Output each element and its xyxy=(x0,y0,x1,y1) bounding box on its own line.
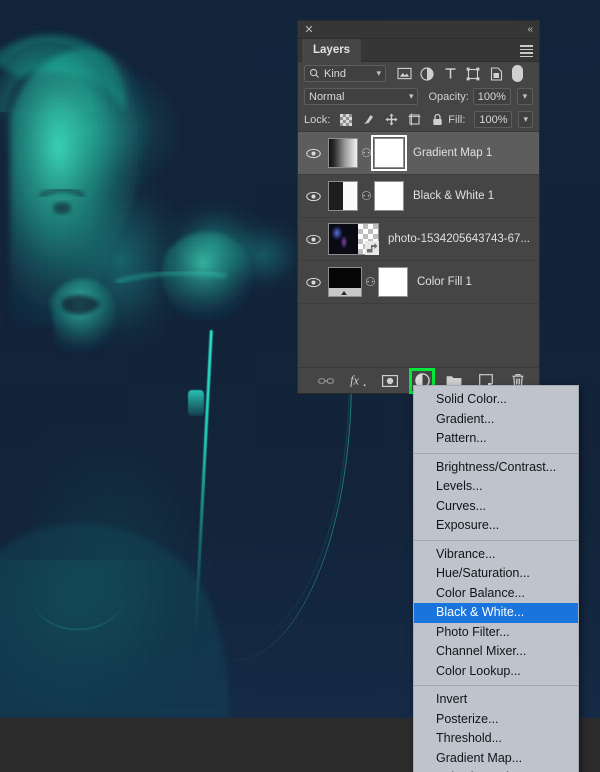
lock-artboard-nesting-icon[interactable] xyxy=(408,113,421,126)
opacity-label: Opacity: xyxy=(428,90,469,103)
blend-mode-select[interactable]: Normal ▾ xyxy=(304,88,419,105)
layer-mask-thumbnail[interactable] xyxy=(374,181,404,211)
menu-item-solid-color[interactable]: Solid Color... xyxy=(414,390,578,410)
menu-item-photo-filter[interactable]: Photo Filter... xyxy=(414,623,578,643)
link-layers-button[interactable] xyxy=(317,372,335,390)
panel-titlebar: ✕ « xyxy=(298,21,539,39)
filter-type-icons xyxy=(396,66,504,81)
menu-item-color-lookup[interactable]: Color Lookup... xyxy=(414,662,578,682)
list-item: Color Fill 1 xyxy=(417,276,472,288)
filter-smart-object-icon[interactable] xyxy=(488,66,504,81)
menu-item-gradient-map[interactable]: Gradient Map... xyxy=(414,749,578,769)
smart-object-badge-icon xyxy=(365,241,379,255)
lock-transparent-pixels-icon[interactable] xyxy=(339,113,352,126)
layer-mask-thumbnail-checker[interactable] xyxy=(358,224,379,255)
filter-kind-label: Kind xyxy=(324,67,347,80)
lock-position-icon[interactable] xyxy=(385,113,398,126)
list-item: photo-1534205643743-67... xyxy=(388,233,530,245)
opacity-input[interactable]: 100% xyxy=(472,88,511,105)
tab-layers[interactable]: Layers xyxy=(302,39,362,62)
menu-item-gradient[interactable]: Gradient... xyxy=(414,410,578,430)
panel-tabbar: Layers xyxy=(298,39,539,62)
fill-dropdown-button[interactable]: ▾ xyxy=(518,111,533,128)
menu-item-channel-mixer[interactable]: Channel Mixer... xyxy=(414,642,578,662)
layer-thumbnail-color-fill[interactable] xyxy=(328,267,362,297)
menu-item-brightness-contrast[interactable]: Brightness/Contrast... xyxy=(414,458,578,478)
menu-separator xyxy=(414,452,578,454)
menu-item-curves[interactable]: Curves... xyxy=(414,497,578,517)
menu-item-threshold[interactable]: Threshold... xyxy=(414,729,578,749)
chevron-down-icon: ▾ xyxy=(376,68,381,78)
fill-input[interactable]: 100% xyxy=(474,111,513,128)
menu-separator xyxy=(414,685,578,686)
magnifier-icon xyxy=(309,68,319,78)
fill-label: Fill: xyxy=(448,113,466,126)
lock-icon-group xyxy=(339,113,444,126)
new-adjustment-layer-menu[interactable]: Solid Color... Gradient... Pattern... Br… xyxy=(413,385,579,772)
filter-shape-layers-icon[interactable] xyxy=(465,66,481,81)
layer-thumbnails: ⚇ xyxy=(328,181,404,211)
opacity-dropdown-button[interactable]: ▾ xyxy=(516,88,533,105)
chevron-down-icon: ▾ xyxy=(408,91,414,101)
menu-item-levels[interactable]: Levels... xyxy=(414,477,578,497)
double-chevron-right-icon[interactable]: « xyxy=(527,24,532,35)
menu-item-color-balance[interactable]: Color Balance... xyxy=(414,584,578,604)
lock-image-pixels-icon[interactable] xyxy=(362,113,375,126)
menu-item-selective-color[interactable]: Selective Color... xyxy=(414,768,578,772)
layer-thumbnail-black-white[interactable] xyxy=(328,181,358,211)
table-row[interactable]: ⚇ Gradient Map 1 xyxy=(298,132,539,175)
layers-panel[interactable]: ✕ « Layers Kind ▾ Normal ▾ Opacity: 100%… xyxy=(297,20,540,394)
chevron-down-icon: ▾ xyxy=(523,114,528,124)
lock-all-icon[interactable] xyxy=(431,113,444,126)
link-mask-icon[interactable]: ⚇ xyxy=(361,146,372,160)
table-row[interactable]: ⚇ Black & White 1 xyxy=(298,175,539,218)
menu-separator xyxy=(414,539,578,541)
menu-item-vibrance[interactable]: Vibrance... xyxy=(414,545,578,565)
layer-thumbnail-photo[interactable] xyxy=(329,224,358,254)
opacity-value: 100% xyxy=(477,90,506,103)
hamburger-menu-icon[interactable] xyxy=(520,45,533,57)
layer-filter-row: Kind ▾ xyxy=(298,62,539,85)
table-row[interactable]: photo-1534205643743-67... xyxy=(298,218,539,261)
filter-adjustment-layers-icon[interactable] xyxy=(419,66,435,81)
blend-mode-value: Normal xyxy=(309,90,345,103)
filter-type-layers-icon[interactable] xyxy=(442,66,458,81)
add-layer-mask-button[interactable] xyxy=(381,372,399,390)
close-icon[interactable]: ✕ xyxy=(304,25,314,36)
layer-mask-thumbnail[interactable] xyxy=(378,267,408,297)
filter-kind-select[interactable]: Kind ▾ xyxy=(304,65,386,82)
layer-visibility-icon[interactable] xyxy=(298,277,328,288)
layer-visibility-icon[interactable] xyxy=(298,148,328,159)
menu-item-black-and-white[interactable]: Black & White... xyxy=(414,603,578,623)
layer-thumbnail-gradient-map[interactable] xyxy=(328,138,358,168)
layer-thumbnails: ⚇ xyxy=(328,135,407,171)
menu-item-posterize[interactable]: Posterize... xyxy=(414,710,578,730)
link-mask-icon[interactable]: ⚇ xyxy=(365,275,376,289)
menu-item-hue-saturation[interactable]: Hue/Saturation... xyxy=(414,564,578,584)
menu-item-invert[interactable]: Invert xyxy=(414,690,578,710)
menu-item-exposure[interactable]: Exposure... xyxy=(414,516,578,536)
layer-list: ⚇ Gradient Map 1 ⚇ Black & White 1 photo… xyxy=(298,131,539,304)
add-layer-style-button[interactable]: fx xyxy=(349,372,367,390)
layer-mask-thumbnail[interactable] xyxy=(371,135,407,171)
table-row[interactable]: ⚇ Color Fill 1 xyxy=(298,261,539,304)
link-mask-icon[interactable]: ⚇ xyxy=(361,189,372,203)
list-item: Black & White 1 xyxy=(413,190,495,202)
filter-pixel-layers-icon[interactable] xyxy=(396,66,412,81)
chevron-down-icon: ▾ xyxy=(522,91,528,101)
list-item: Gradient Map 1 xyxy=(413,147,493,159)
blend-mode-row: Normal ▾ Opacity: 100% ▾ xyxy=(298,85,539,108)
filter-enable-toggle[interactable] xyxy=(512,65,523,82)
fill-value: 100% xyxy=(479,113,508,126)
layer-visibility-icon[interactable] xyxy=(298,191,328,202)
menu-item-pattern[interactable]: Pattern... xyxy=(414,429,578,449)
lock-row: Lock: Fill: 100% ▾ xyxy=(298,108,539,131)
layer-thumbnails xyxy=(328,223,379,255)
svg-text:fx: fx xyxy=(350,373,359,387)
lock-label: Lock: xyxy=(304,113,331,126)
layer-thumbnails: ⚇ xyxy=(328,267,408,297)
layer-visibility-icon[interactable] xyxy=(298,234,328,245)
